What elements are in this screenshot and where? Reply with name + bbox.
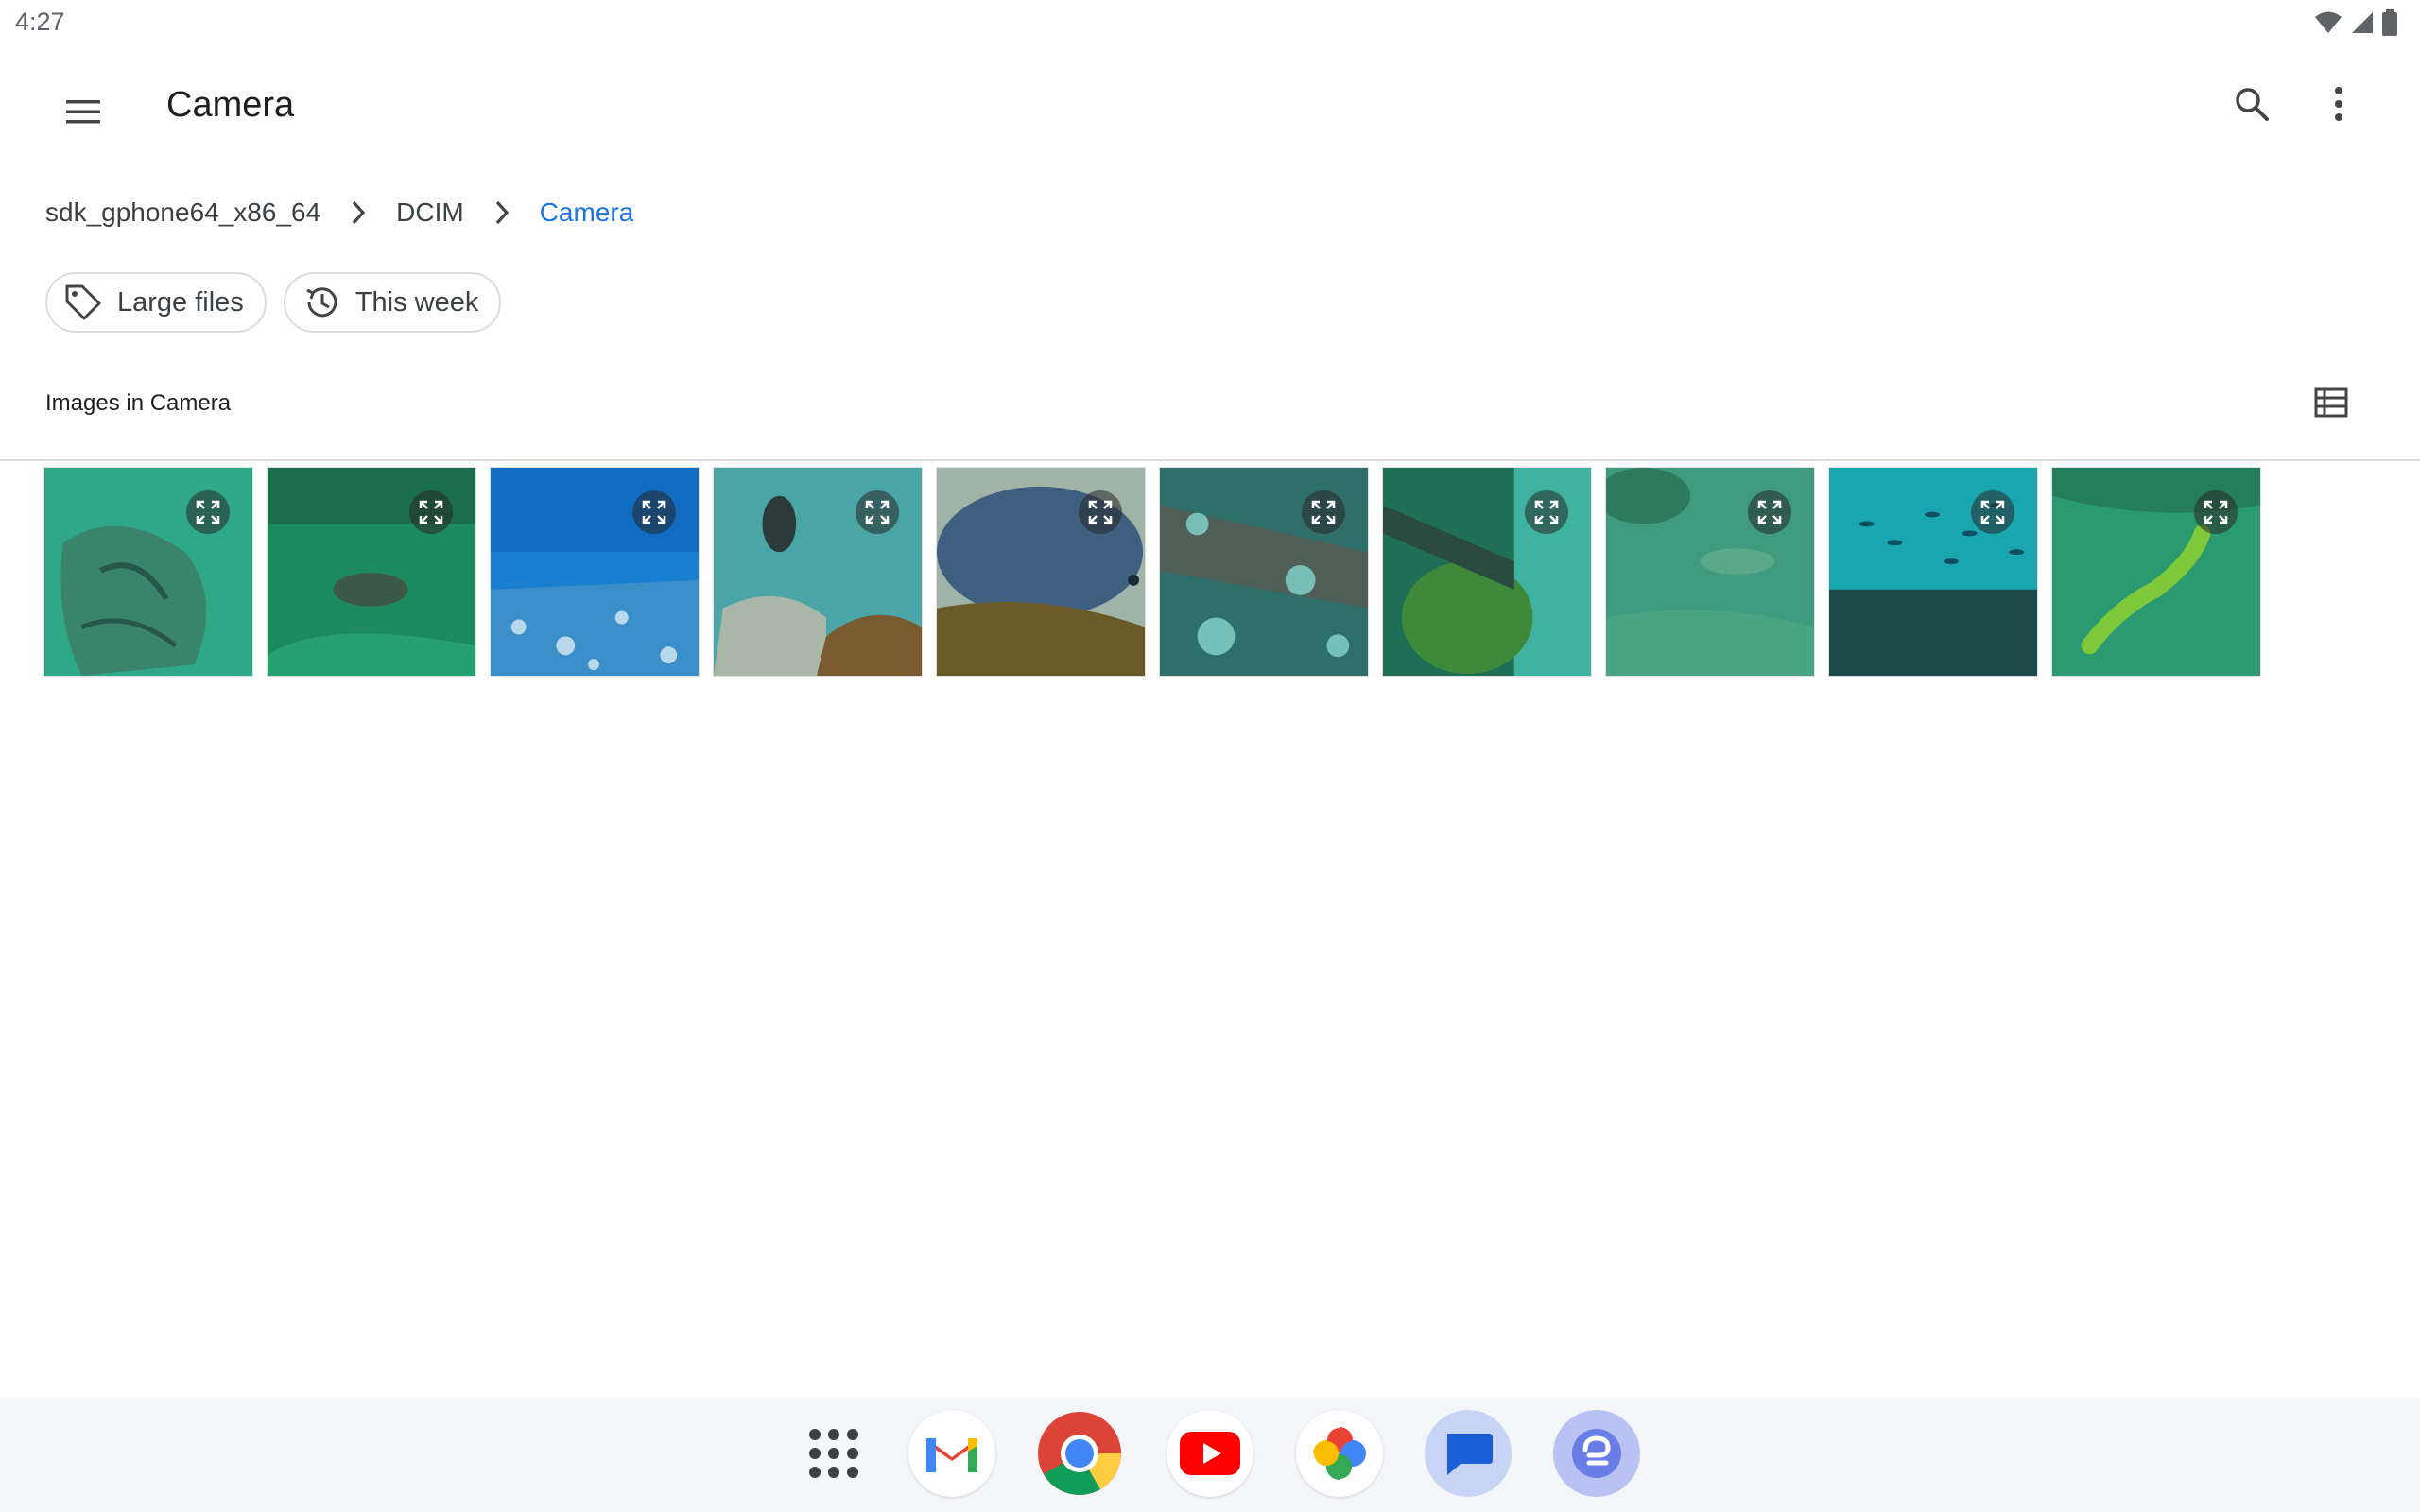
menu-icon — [64, 98, 102, 129]
search-button[interactable] — [2218, 72, 2286, 140]
breadcrumb: sdk_gphone64_x86_64 DCIM Camera — [45, 193, 633, 232]
history-icon — [301, 282, 342, 323]
status-time: 4:27 — [15, 8, 65, 36]
chip-this-week[interactable]: This week — [283, 272, 502, 333]
image-thumbnail[interactable] — [1828, 467, 2038, 677]
photos-icon[interactable] — [1296, 1410, 1383, 1497]
status-bar: 4:27 — [0, 0, 2420, 45]
chip-large-files[interactable]: Large files — [45, 272, 267, 333]
image-thumbnail[interactable] — [936, 467, 1146, 677]
image-thumbnail[interactable] — [43, 467, 253, 677]
battery-icon — [2382, 9, 2397, 36]
list-view-toggle-button[interactable] — [2305, 378, 2358, 431]
chip-label: Large files — [117, 286, 244, 318]
signal-icon — [2350, 10, 2375, 35]
taskbar-dock — [0, 1397, 2420, 1512]
wifi-icon — [2314, 10, 2342, 35]
expand-icon[interactable] — [632, 490, 676, 534]
image-grid — [43, 467, 2261, 677]
filter-chips: Large files This week — [45, 272, 502, 333]
tag-icon — [62, 282, 104, 323]
expand-icon[interactable] — [409, 490, 453, 534]
expand-icon[interactable] — [856, 490, 899, 534]
chip-label: This week — [354, 286, 479, 318]
expand-icon[interactable] — [1079, 490, 1122, 534]
app-drawer-icon[interactable] — [790, 1410, 877, 1497]
list-view-icon — [2314, 387, 2348, 422]
breadcrumb-item-device[interactable]: sdk_gphone64_x86_64 — [45, 198, 320, 228]
status-icons — [2314, 9, 2397, 36]
image-thumbnail[interactable] — [713, 467, 923, 677]
divider — [0, 459, 2420, 461]
chevron-right-icon — [481, 193, 523, 232]
more-options-button[interactable] — [2305, 72, 2373, 140]
image-thumbnail[interactable] — [1605, 467, 1815, 677]
youtube-icon[interactable] — [1167, 1410, 1253, 1497]
assistant-app-icon[interactable] — [1553, 1410, 1640, 1497]
image-thumbnail[interactable] — [1382, 467, 1592, 677]
expand-icon[interactable] — [186, 490, 230, 534]
top-app-bar: Camera — [0, 57, 2420, 155]
chrome-icon[interactable] — [1036, 1410, 1123, 1497]
expand-icon[interactable] — [2194, 490, 2238, 534]
gmail-icon[interactable] — [908, 1410, 995, 1497]
image-thumbnail[interactable] — [2051, 467, 2261, 677]
expand-icon[interactable] — [1525, 490, 1568, 534]
messages-icon[interactable] — [1425, 1410, 1512, 1497]
image-thumbnail[interactable] — [490, 467, 700, 677]
menu-button[interactable] — [49, 79, 117, 147]
chevron-right-icon — [337, 193, 379, 232]
expand-icon[interactable] — [1971, 490, 2014, 534]
expand-icon[interactable] — [1748, 490, 1791, 534]
breadcrumb-item-dcim[interactable]: DCIM — [396, 198, 464, 228]
breadcrumb-item-camera[interactable]: Camera — [540, 198, 634, 228]
page-title: Camera — [166, 85, 295, 125]
more-vert-icon — [2333, 85, 2344, 128]
image-thumbnail[interactable] — [1159, 467, 1369, 677]
search-icon — [2233, 85, 2271, 128]
image-thumbnail[interactable] — [267, 467, 476, 677]
section-title: Images in Camera — [45, 390, 232, 416]
expand-icon[interactable] — [1302, 490, 1345, 534]
